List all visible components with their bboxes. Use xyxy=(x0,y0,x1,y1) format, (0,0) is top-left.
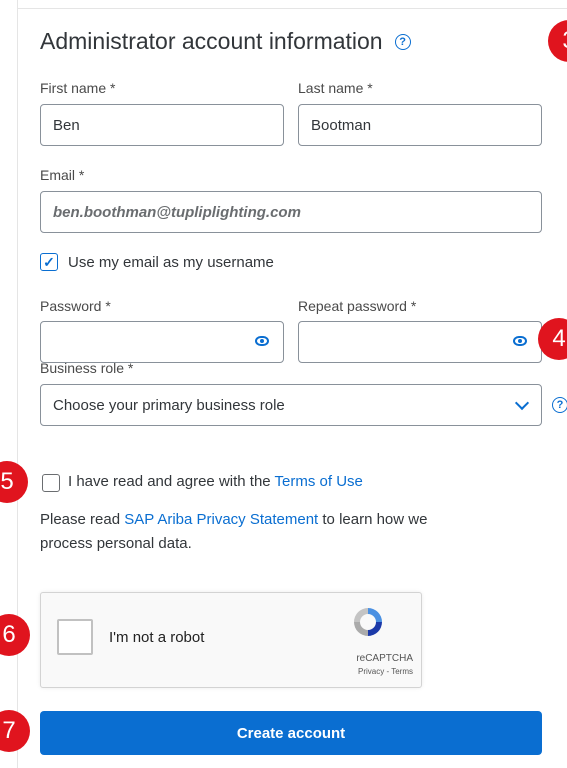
use-email-label: Use my email as my username xyxy=(68,254,274,271)
step-badge-4: 4 xyxy=(538,318,567,360)
panel-top-border xyxy=(17,8,567,9)
step-badge-6: 6 xyxy=(0,614,30,656)
last-name-label: Last name * xyxy=(298,80,373,96)
recaptcha-checkbox[interactable] xyxy=(57,619,93,655)
password-label: Password * xyxy=(40,298,111,314)
business-role-help-icon[interactable]: ? xyxy=(552,397,567,413)
business-role-label: Business role * xyxy=(40,360,134,376)
business-role-value: Choose your primary business role xyxy=(53,396,285,414)
recaptcha-widget: I'm not a robot reCAPTCHA Privacy - Term… xyxy=(40,592,422,688)
privacy-line-2: process personal data. xyxy=(40,535,192,552)
step-badge-5: 5 xyxy=(0,461,28,503)
first-name-input[interactable]: Ben xyxy=(40,104,284,146)
chevron-down-icon xyxy=(514,395,530,411)
password-input[interactable] xyxy=(40,321,284,363)
recaptcha-label: I'm not a robot xyxy=(109,629,205,646)
recaptcha-terms[interactable]: Privacy - Terms xyxy=(358,667,413,676)
show-repeat-password-eye-icon[interactable] xyxy=(513,336,527,346)
recaptcha-brand: reCAPTCHA xyxy=(356,653,413,664)
step-badge-3: 3 xyxy=(548,20,567,62)
section-title-text: Administrator account information xyxy=(40,28,383,54)
business-role-select[interactable]: Choose your primary business role xyxy=(40,384,542,426)
repeat-password-label: Repeat password * xyxy=(298,298,417,314)
help-icon[interactable]: ? xyxy=(394,33,411,50)
privacy-prefix: Please read xyxy=(40,511,125,528)
create-account-button[interactable]: Create account xyxy=(40,711,542,755)
email-input[interactable]: ben.boothman@tupliplighting.com xyxy=(40,191,542,233)
section-title: Administrator account information ? xyxy=(40,28,411,55)
repeat-password-input[interactable] xyxy=(298,321,542,363)
recaptcha-logo-icon xyxy=(354,608,382,636)
privacy-text: Please read SAP Ariba Privacy Statement … xyxy=(40,508,427,556)
terms-prefix: I have read and agree with the xyxy=(68,473,275,490)
email-label: Email * xyxy=(40,167,85,183)
last-name-input[interactable]: Bootman xyxy=(298,104,542,146)
terms-checkbox[interactable] xyxy=(42,474,60,492)
show-password-eye-icon[interactable] xyxy=(255,336,269,346)
privacy-suffix: to learn how we xyxy=(318,511,428,528)
terms-text: I have read and agree with the Terms of … xyxy=(68,473,363,490)
privacy-statement-link[interactable]: SAP Ariba Privacy Statement xyxy=(124,511,318,528)
step-badge-7: 7 xyxy=(0,710,30,752)
use-email-checkbox[interactable]: ✓ xyxy=(40,253,58,271)
terms-of-use-link[interactable]: Terms of Use xyxy=(275,473,363,490)
first-name-label: First name * xyxy=(40,80,116,96)
